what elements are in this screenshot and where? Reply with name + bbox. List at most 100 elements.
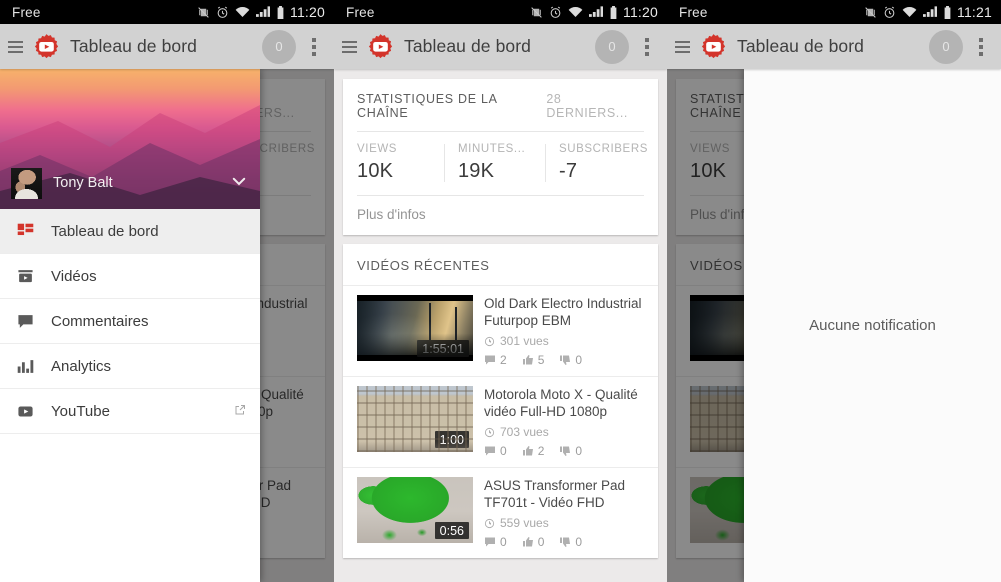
clock-icon (484, 518, 495, 528)
alarm-icon (549, 6, 562, 19)
page-body[interactable]: STATISTIQUES DE LA CHAÎNE 28 DERNIERS...… (334, 69, 667, 582)
clock-icon (484, 427, 495, 437)
notification-badge[interactable]: 0 (262, 29, 296, 64)
stat-subscribers: SUBSCRIBERS -7 (544, 141, 658, 185)
comment-icon (17, 313, 39, 330)
youtube-icon (17, 403, 39, 420)
thumbs-up-icon (522, 537, 533, 547)
external-link-icon (234, 403, 246, 420)
stats-card-period[interactable]: 28 DERNIERS... (546, 92, 644, 120)
battery-icon (609, 5, 618, 19)
drawer-banner: Tony Balt (0, 69, 260, 209)
notification-badge[interactable]: 0 (929, 29, 963, 64)
carrier-label: Free (12, 4, 41, 20)
three-phone-screenshots: Free 11:20 Tableau de bord 0 SUBSCRIBERS… (0, 0, 1001, 582)
clock-time: 11:21 (957, 4, 992, 20)
signal-icon (589, 6, 603, 18)
navigation-drawer: Tony Balt Tableau de bord Vidéos Comment… (0, 69, 260, 582)
chevron-down-icon[interactable] (230, 172, 248, 195)
status-bar-icons (530, 5, 618, 19)
stat-value: -7 (558, 160, 578, 182)
overflow-menu-icon[interactable] (302, 30, 326, 64)
sidebar-item-label: Commentaires (51, 312, 149, 330)
avatar (11, 167, 42, 199)
hamburger-icon[interactable] (673, 24, 695, 69)
phone-screen-dashboard: Free 11:20 Tableau de bord 0 STATISTIQUE… (334, 0, 667, 582)
stats-card-header: STATISTIQUES DE LA CHAÎNE 28 DERNIERS... (343, 79, 658, 131)
comment-count: 0 (500, 444, 507, 458)
video-engagement: 0 0 0 (484, 535, 646, 549)
sidebar-item-commentaires[interactable]: Commentaires (0, 299, 260, 344)
page-body: STATISTIQUES DE LA CHAÎNE 28 DERNIERS...… (667, 69, 1001, 582)
video-title: Old Dark Electro Industrial Futurpop EBM (484, 296, 642, 328)
video-duration: 1:00 (434, 431, 469, 448)
action-bar-actions: 0 (262, 29, 326, 64)
phone-screen-drawer-open: Free 11:20 Tableau de bord 0 SUBSCRIBERS… (0, 0, 334, 582)
sidebar-item-videos[interactable]: Vidéos (0, 254, 260, 299)
status-bar: Free 11:20 (334, 0, 667, 24)
battery-icon (276, 5, 285, 19)
status-bar-icons (197, 5, 285, 19)
more-info-link[interactable]: Plus d'infos (343, 196, 658, 235)
video-engagement: 0 2 0 (484, 444, 646, 458)
clock-time: 11:20 (290, 4, 325, 20)
phone-screen-notifications: Free 11:21 Tableau de bord 0 STATISTIQUE… (667, 0, 1001, 582)
dashboard-icon (17, 223, 39, 240)
sidebar-item-analytics[interactable]: Analytics (0, 344, 260, 389)
status-bar: Free 11:20 (0, 0, 334, 24)
signal-icon (923, 6, 937, 18)
sidebar-item-label: Tableau de bord (51, 222, 159, 240)
video-list-item[interactable]: 0:56 ASUS Transformer Pad TF701t - Vidéo… (343, 467, 658, 558)
comment-count: 0 (500, 535, 507, 549)
overflow-menu-icon[interactable] (635, 30, 659, 64)
thumbs-up-icon (522, 355, 533, 365)
views-count: 559 vues (500, 516, 549, 530)
comment-icon (485, 537, 495, 547)
stat-views: VIEWS 10K (343, 141, 444, 185)
sidebar-item-youtube[interactable]: YouTube (0, 389, 260, 434)
recent-videos-title: VIDÉOS RÉCENTES (357, 258, 490, 273)
video-meta: Old Dark Electro Industrial Futurpop EBM… (473, 295, 646, 367)
sidebar-item-label: YouTube (51, 402, 110, 420)
comment-count: 2 (500, 353, 507, 367)
carrier-label: Free (346, 4, 375, 20)
account-switcher[interactable]: Tony Balt (0, 157, 260, 209)
video-list-item[interactable]: 1:55:01 Old Dark Electro Industrial Futu… (343, 285, 658, 376)
hamburger-icon[interactable] (6, 24, 28, 69)
video-thumbnail: 1:00 (357, 386, 473, 452)
stats-card-title: STATISTIQUES DE LA CHAÎNE (357, 92, 497, 120)
stat-label: MINUTES... (457, 143, 526, 155)
video-box-icon (17, 268, 39, 285)
stat-value: 19K (457, 160, 495, 182)
like-count: 2 (537, 444, 545, 458)
thumbs-down-icon (560, 446, 571, 456)
notifications-drawer: Aucune notification (744, 69, 1001, 582)
notification-badge[interactable]: 0 (595, 29, 629, 64)
vibrate-off-icon (864, 6, 877, 19)
clock-time: 11:20 (623, 4, 658, 20)
video-views: 559 vues (484, 516, 646, 530)
overflow-menu-icon[interactable] (969, 30, 993, 64)
stats-row: VIEWS 10K MINUTES... 19K SUBSCRIBERS -7 (343, 132, 658, 195)
video-meta: ASUS Transformer Pad TF701t - Vidéo FHD … (473, 477, 646, 549)
sidebar-item-tableau-de-bord[interactable]: Tableau de bord (0, 209, 260, 254)
hamburger-icon[interactable] (340, 24, 362, 69)
action-bar-actions: 0 (929, 29, 993, 64)
video-list-item[interactable]: 1:00 Motorola Moto X - Qualité vidéo Ful… (343, 376, 658, 467)
account-name: Tony Balt (53, 175, 113, 191)
like-count: 0 (537, 535, 545, 549)
video-thumbnail: 0:56 (357, 477, 473, 543)
dislike-count: 0 (575, 535, 583, 549)
stat-label: SUBSCRIBERS (558, 143, 649, 155)
sidebar-item-label: Vidéos (51, 267, 97, 285)
drawer-menu: Tableau de bord Vidéos Commentaires Anal… (0, 209, 260, 582)
action-bar: Tableau de bord 0 (334, 24, 667, 69)
dislike-count: 0 (575, 444, 583, 458)
page-title: Tableau de bord (737, 36, 865, 56)
video-views: 703 vues (484, 425, 646, 439)
vibrate-off-icon (197, 6, 210, 19)
video-title: Motorola Moto X - Qualité vidéo Full-HD … (484, 387, 638, 419)
battery-icon (943, 5, 952, 19)
thumbs-up-icon (522, 446, 533, 456)
comment-icon (485, 355, 495, 365)
